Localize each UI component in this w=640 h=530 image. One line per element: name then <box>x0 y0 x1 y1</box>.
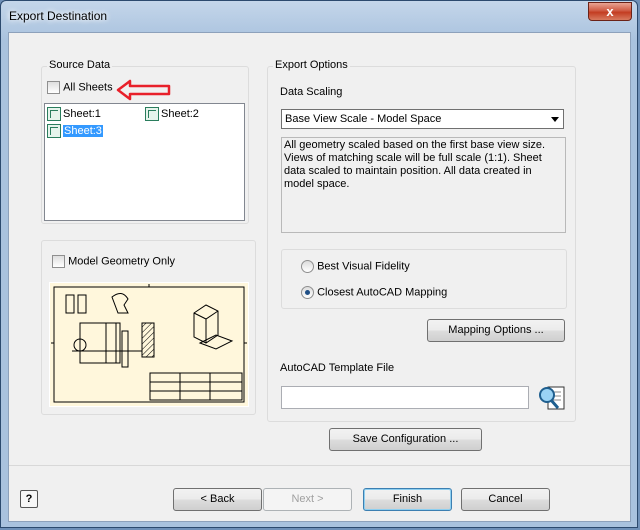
sheet-item-2[interactable]: Sheet:2 <box>145 106 201 122</box>
sheet-icon <box>47 107 61 122</box>
source-data-group: Source Data All Sheets Sheet:1 Sheet:2 S… <box>41 59 249 224</box>
export-options-label: Export Options <box>273 59 350 71</box>
sheet-list[interactable]: Sheet:1 Sheet:2 Sheet:3 <box>44 103 245 221</box>
sheet-item-1[interactable]: Sheet:1 <box>47 106 103 122</box>
model-geometry-label: Model Geometry Only <box>68 255 176 268</box>
sheet-icon <box>47 124 61 139</box>
radio-closest-autocad-mapping[interactable]: Closest AutoCAD Mapping <box>301 286 447 299</box>
cancel-button[interactable]: Cancel <box>461 488 550 511</box>
help-button[interactable]: ? <box>20 490 38 508</box>
source-data-label: Source Data <box>47 59 113 71</box>
model-geometry-checkbox[interactable] <box>52 255 65 268</box>
sheet-label: Sheet:2 <box>161 108 199 120</box>
radio-label: Best Visual Fidelity <box>317 260 410 273</box>
red-arrow-annotation <box>116 79 171 101</box>
model-geometry-checkbox-row[interactable]: Model Geometry Only <box>52 255 175 268</box>
back-button[interactable]: < Back <box>173 488 262 511</box>
mapping-options-button[interactable]: Mapping Options ... <box>427 319 565 342</box>
sheet-label: Sheet:1 <box>63 108 101 120</box>
radio-button[interactable] <box>301 286 314 299</box>
radio-label: Closest AutoCAD Mapping <box>317 286 448 299</box>
template-file-input[interactable] <box>281 386 529 409</box>
title-bar[interactable]: Export Destination x <box>1 1 637 31</box>
window-title: Export Destination <box>9 9 108 23</box>
radio-best-visual-fidelity[interactable]: Best Visual Fidelity <box>301 260 410 273</box>
all-sheets-checkbox[interactable] <box>47 81 60 94</box>
browse-file-button[interactable] <box>536 384 568 412</box>
sheet-item-3[interactable]: Sheet:3 <box>47 123 105 139</box>
next-button[interactable]: Next > <box>263 488 352 511</box>
drawing-preview-image <box>51 284 247 403</box>
scaling-description: All geometry scaled based on the first b… <box>281 137 566 233</box>
data-scaling-label: Data Scaling <box>280 86 343 98</box>
close-button[interactable]: x <box>588 2 632 21</box>
preview-group: Model Geometry Only <box>41 240 256 415</box>
template-file-label: AutoCAD Template File <box>280 362 395 374</box>
drawing-preview <box>49 282 249 407</box>
magnifier-icon <box>539 386 565 410</box>
chevron-down-icon[interactable] <box>551 117 559 122</box>
mapping-radio-group: Best Visual Fidelity Closest AutoCAD Map… <box>281 249 567 309</box>
all-sheets-label: All Sheets <box>63 81 113 94</box>
dialog-body: Source Data All Sheets Sheet:1 Sheet:2 S… <box>8 32 631 522</box>
data-scaling-value: Base View Scale - Model Space <box>285 113 442 125</box>
export-destination-dialog: Export Destination x Source Data All She… <box>0 0 638 528</box>
finish-button[interactable]: Finish <box>363 488 452 511</box>
sheet-icon <box>145 107 159 122</box>
save-configuration-button[interactable]: Save Configuration ... <box>329 428 482 451</box>
radio-button[interactable] <box>301 260 314 273</box>
export-options-group: Export Options Data Scaling Base View Sc… <box>267 59 576 422</box>
footer-divider <box>9 465 630 466</box>
data-scaling-select[interactable]: Base View Scale - Model Space <box>281 109 564 129</box>
all-sheets-checkbox-row[interactable]: All Sheets <box>47 81 113 94</box>
sheet-label: Sheet:3 <box>63 125 103 137</box>
